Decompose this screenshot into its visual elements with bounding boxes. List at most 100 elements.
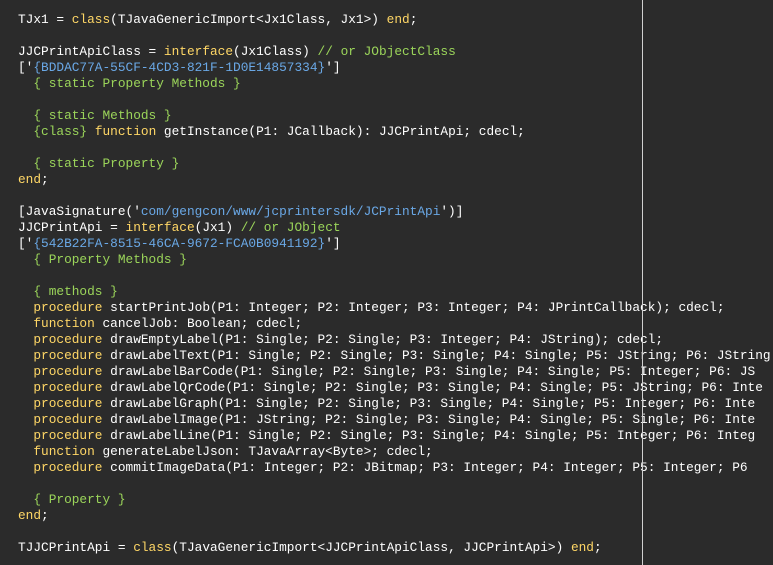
keyword-token: procedure xyxy=(33,332,103,347)
code-line: procedure commitImageData(P1: Integer; P… xyxy=(18,460,771,476)
keyword-token: function xyxy=(33,316,95,331)
code-line: {class} function getInstance(P1: JCallba… xyxy=(18,124,771,140)
code-token: getInstance(P1: JCallback): JJCPrintApi;… xyxy=(156,124,525,139)
code-line: procedure drawLabelLine(P1: Single; P2: … xyxy=(18,428,771,444)
keyword-token: end xyxy=(18,508,42,523)
code-token: (Jx1Class) xyxy=(233,44,318,59)
code-text-area[interactable]: TJx1 = class(TJavaGenericImport<Jx1Class… xyxy=(18,12,771,556)
string-token: {542B22FA-8515-46CA-9672-FCA0B0941192} xyxy=(33,236,326,251)
comment-token: // or JObjectClass xyxy=(317,44,456,59)
code-token: ; xyxy=(41,508,49,523)
comment-token: { Property } xyxy=(33,492,126,507)
code-token: ; xyxy=(41,172,49,187)
code-line: { static Property Methods } xyxy=(18,76,771,92)
keyword-token: procedure xyxy=(33,300,103,315)
code-line: function generateLabelJson: TJavaArray<B… xyxy=(18,444,771,460)
code-token: (Jx1) xyxy=(194,220,241,235)
code-line: TJx1 = class(TJavaGenericImport<Jx1Class… xyxy=(18,12,771,28)
code-token: drawLabelGraph(P1: Single; P2: Single; P… xyxy=(102,396,756,411)
code-line: end; xyxy=(18,172,771,188)
keyword-token: end xyxy=(386,12,410,27)
comment-token: // or JObject xyxy=(240,220,341,235)
code-token: [' xyxy=(18,236,34,251)
code-token: cancelJob: Boolean; cdecl; xyxy=(94,316,303,331)
code-line: JJCPrintApi = interface(Jx1) // or JObje… xyxy=(18,220,771,236)
code-token: TJJCPrintApi = xyxy=(18,540,134,555)
code-line: end; xyxy=(18,508,771,524)
code-token: JJCPrintApi = xyxy=(18,220,126,235)
keyword-token: class xyxy=(71,12,111,27)
code-token: TJx1 = xyxy=(18,12,72,27)
code-line: procedure startPrintJob(P1: Integer; P2:… xyxy=(18,300,771,316)
keyword-token: procedure xyxy=(33,412,103,427)
code-line: TJJCPrintApi = class(TJavaGenericImport<… xyxy=(18,540,771,556)
string-token: {BDDAC77A-55CF-4CD3-821F-1D0E14857334} xyxy=(33,60,326,75)
keyword-token: procedure xyxy=(33,348,103,363)
code-token: drawEmptyLabel(P1: Single; P2: Single; P… xyxy=(102,332,664,347)
code-token: drawLabelQrCode(P1: Single; P2: Single; … xyxy=(102,380,763,395)
comment-token: { methods } xyxy=(33,284,118,299)
code-token: drawLabelText(P1: Single; P2: Single; P3… xyxy=(102,348,771,363)
code-line: function cancelJob: Boolean; cdecl; xyxy=(18,316,771,332)
code-line: procedure drawLabelText(P1: Single; P2: … xyxy=(18,348,771,364)
code-token: drawLabelBarCode(P1: Single; P2: Single;… xyxy=(102,364,756,379)
code-token: ; xyxy=(409,12,418,27)
code-line: { Property } xyxy=(18,492,771,508)
code-line: { Property Methods } xyxy=(18,252,771,268)
code-token: commitImageData(P1: Integer; P2: JBitmap… xyxy=(102,460,748,475)
code-line: procedure drawLabelGraph(P1: Single; P2:… xyxy=(18,396,771,412)
code-editor[interactable]: TJx1 = class(TJavaGenericImport<Jx1Class… xyxy=(0,0,773,565)
code-line: { static Property } xyxy=(18,156,771,172)
code-line: JJCPrintApiClass = interface(Jx1Class) /… xyxy=(18,44,771,60)
code-line: ['{542B22FA-8515-46CA-9672-FCA0B0941192}… xyxy=(18,236,771,252)
code-line: procedure drawLabelQrCode(P1: Single; P2… xyxy=(18,380,771,396)
keyword-token: procedure xyxy=(33,380,103,395)
keyword-token: interface xyxy=(125,220,195,235)
code-token: ; xyxy=(593,540,602,555)
code-line: { methods } xyxy=(18,284,771,300)
code-token: ')] xyxy=(440,204,464,219)
code-token: drawLabelImage(P1: JString; P2: Single; … xyxy=(102,412,756,427)
code-token: (TJavaGenericImport<Jx1Class, Jx1>) xyxy=(110,12,387,27)
code-line: procedure drawLabelBarCode(P1: Single; P… xyxy=(18,364,771,380)
code-token: '] xyxy=(325,236,341,251)
code-token: (TJavaGenericImport<JJCPrintApiClass, JJ… xyxy=(171,540,571,555)
code-token: JJCPrintApiClass = xyxy=(18,44,164,59)
comment-token: {class} xyxy=(33,124,88,139)
code-line: procedure drawLabelImage(P1: JString; P2… xyxy=(18,412,771,428)
string-token: com/gengcon/www/jcprintersdk/JCPrintApi xyxy=(140,204,441,219)
keyword-token: procedure xyxy=(33,396,103,411)
code-token: [' xyxy=(18,60,34,75)
code-line: ['{BDDAC77A-55CF-4CD3-821F-1D0E14857334}… xyxy=(18,60,771,76)
keyword-token: function xyxy=(33,444,95,459)
code-line: [JavaSignature('com/gengcon/www/jcprinte… xyxy=(18,204,771,220)
keyword-token: procedure xyxy=(33,364,103,379)
code-token: startPrintJob(P1: Integer; P2: Integer; … xyxy=(102,300,725,315)
comment-token: { static Methods } xyxy=(33,108,172,123)
keyword-token: procedure xyxy=(33,460,103,475)
keyword-token: end xyxy=(18,172,42,187)
code-token: '] xyxy=(325,60,341,75)
keyword-token: class xyxy=(133,540,172,555)
code-line: procedure drawEmptyLabel(P1: Single; P2:… xyxy=(18,332,771,348)
comment-token: { static Property Methods } xyxy=(33,76,241,91)
